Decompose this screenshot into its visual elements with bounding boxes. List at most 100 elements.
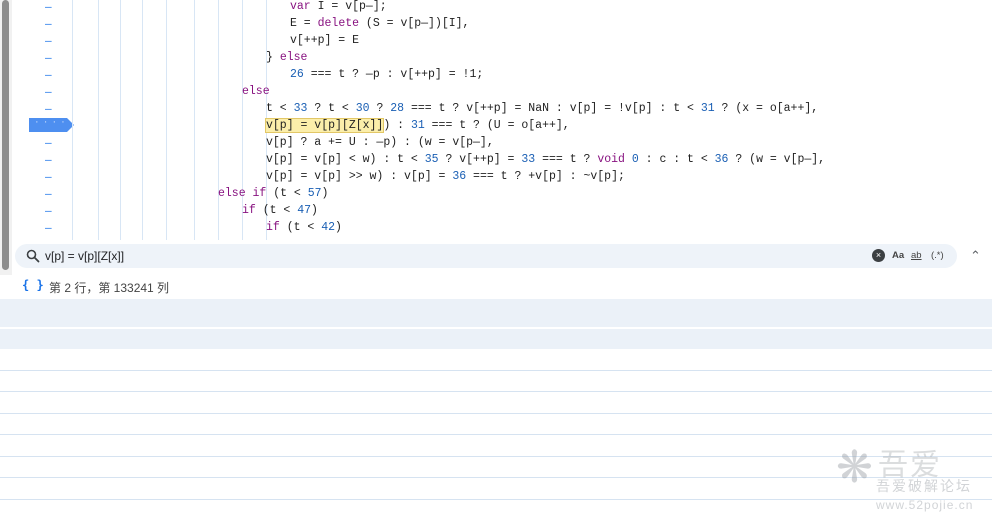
number-token: 47 [297,204,312,217]
keyword-token: var [290,0,311,13]
number-token: 31 [700,102,715,115]
search-input[interactable] [45,247,825,265]
code-line[interactable]: t < 33 ? t < 30 ? 28 === t ? v[++p] = Na… [266,100,818,117]
indent-guide [72,0,73,240]
gutter-dash: – [45,17,52,30]
gutter-dash: – [45,187,52,200]
search-match-highlight: v[p] = v[p][Z[x]] [264,118,385,133]
gutter-line[interactable]: – [15,168,75,185]
code-token: ? (x = o[a++], [714,102,819,115]
gutter-dash: – [45,170,52,183]
scrollbar-thumb[interactable] [2,0,9,270]
code-token: I = v[p—]; [310,0,387,13]
watermark-subtitle: 吾爱破解论坛 [876,478,972,494]
code-token: === t ? v[++p] = NaN : v[p] = !v[p] : t … [404,102,701,115]
match-case-toggle[interactable]: Aa [892,248,904,264]
watermark-url: www.52pojie.cn [876,498,974,512]
code-line[interactable]: v[p] = v[p] >> w) : v[p] = 36 === t ? +v… [266,168,625,185]
code-token: === t ? —p : v[++p] = !1; [303,68,484,81]
code-line[interactable]: v[++p] = E [290,32,359,49]
code-line[interactable]: v[p] = v[p] < w) : t < 35 ? v[++p] = 33 … [266,151,825,168]
gutter-dash: – [45,221,52,234]
gutter-line[interactable]: – [15,151,75,168]
number-token: 36 [714,153,729,166]
snowflake-logo-icon: ❋ [836,443,873,492]
code-line[interactable]: 26 === t ? —p : v[++p] = !1; [290,66,483,83]
whole-word-toggle[interactable]: ab [911,248,922,264]
gutter-line[interactable]: – [15,185,75,202]
close-search-icon[interactable]: ⌃ [970,248,981,264]
number-token: 0 [631,153,639,166]
code-line[interactable]: if (t < 42) [266,219,342,236]
panel-stripe [0,299,992,327]
code-token: (t < [266,187,308,200]
regex-toggle[interactable]: (.*) [931,248,944,264]
gutter-line[interactable]: – [15,32,75,49]
gutter-dash: – [45,85,52,98]
code-token: (t < [255,204,298,217]
gutter-line[interactable]: – [15,83,75,100]
divider [0,370,992,371]
keyword-token: else if [218,187,267,200]
code-line[interactable]: var I = v[p—]; [290,0,387,15]
gutter-dash: – [45,136,52,149]
gutter-line[interactable]: – [15,134,75,151]
indent-guide [120,0,121,240]
divider [0,434,992,435]
code-line[interactable]: else if (t < 57) [218,185,328,202]
clear-search-icon[interactable]: × [872,249,885,262]
gutter-line[interactable]: – [15,15,75,32]
cursor-position-text: 第 2 行，第 133241 列 [49,281,170,295]
number-token: 33 [293,102,308,115]
gutter-line[interactable]: – [15,66,75,83]
divider [0,413,992,414]
code-line[interactable]: if (t < 47) [242,202,318,219]
gutter-line[interactable]: – [15,49,75,66]
code-token: ) [311,204,318,217]
pretty-print-braces-icon[interactable]: { } [22,278,44,292]
gutter-line[interactable]: – [15,219,75,236]
code-token: ) : [383,119,411,132]
code-token: v[p] = v[p] < w) : t < [266,153,425,166]
keyword-token: if [242,204,256,217]
gutter-line[interactable]: – [15,100,75,117]
code-token: ? [369,102,391,115]
gutter-line[interactable]: – [15,202,75,219]
gutter-dash: – [45,153,52,166]
code-token: ? (w = v[p—], [728,153,826,166]
search-icon [26,249,40,263]
keyword-token: if [266,221,280,234]
keyword-token: else [242,85,270,98]
breakpoint-dots: · · · · [35,116,66,128]
number-token: 26 [290,68,304,81]
gutter-line[interactable]: – [15,0,75,15]
code-editor[interactable]: – – – – – – – · · · · – – – – – – var I = v[p—]; E = d… [0,0,992,240]
code-token: v[p] ? a += U : —p) : (w = v[p—], [266,136,494,149]
gutter-dash: – [45,68,52,81]
code-line[interactable]: } else [266,49,307,66]
keyword-token: delete [317,17,360,30]
number-token: 33 [521,153,536,166]
gutter-dash: – [45,102,52,115]
code-line[interactable]: E = delete (S = v[p—])[I], [290,15,469,32]
number-token: 30 [355,102,370,115]
code-line[interactable]: v[p] ? a += U : —p) : (w = v[p—], [266,134,494,151]
code-line[interactable]: else [242,83,270,100]
code-line[interactable]: v[p] = v[p][Z[x]]) : 31 === t ? (U = o[a… [264,117,570,134]
keyword-token: void [597,153,625,166]
gutter-dash: – [45,34,52,47]
divider [0,391,992,392]
code-token: t < [266,102,294,115]
gutter-line[interactable]: · · · · [15,116,75,134]
indent-guide [98,0,99,240]
code-token: v[p] = v[p] >> w) : v[p] = [266,170,453,183]
number-token: 57 [307,187,322,200]
vertical-scrollbar[interactable] [0,0,12,300]
indent-guide [142,0,143,240]
number-token: 42 [321,221,336,234]
indent-guide [166,0,167,240]
code-token: E = [290,17,318,30]
code-token: ) [335,221,342,234]
breakpoint-marker[interactable]: · · · · [29,116,74,132]
